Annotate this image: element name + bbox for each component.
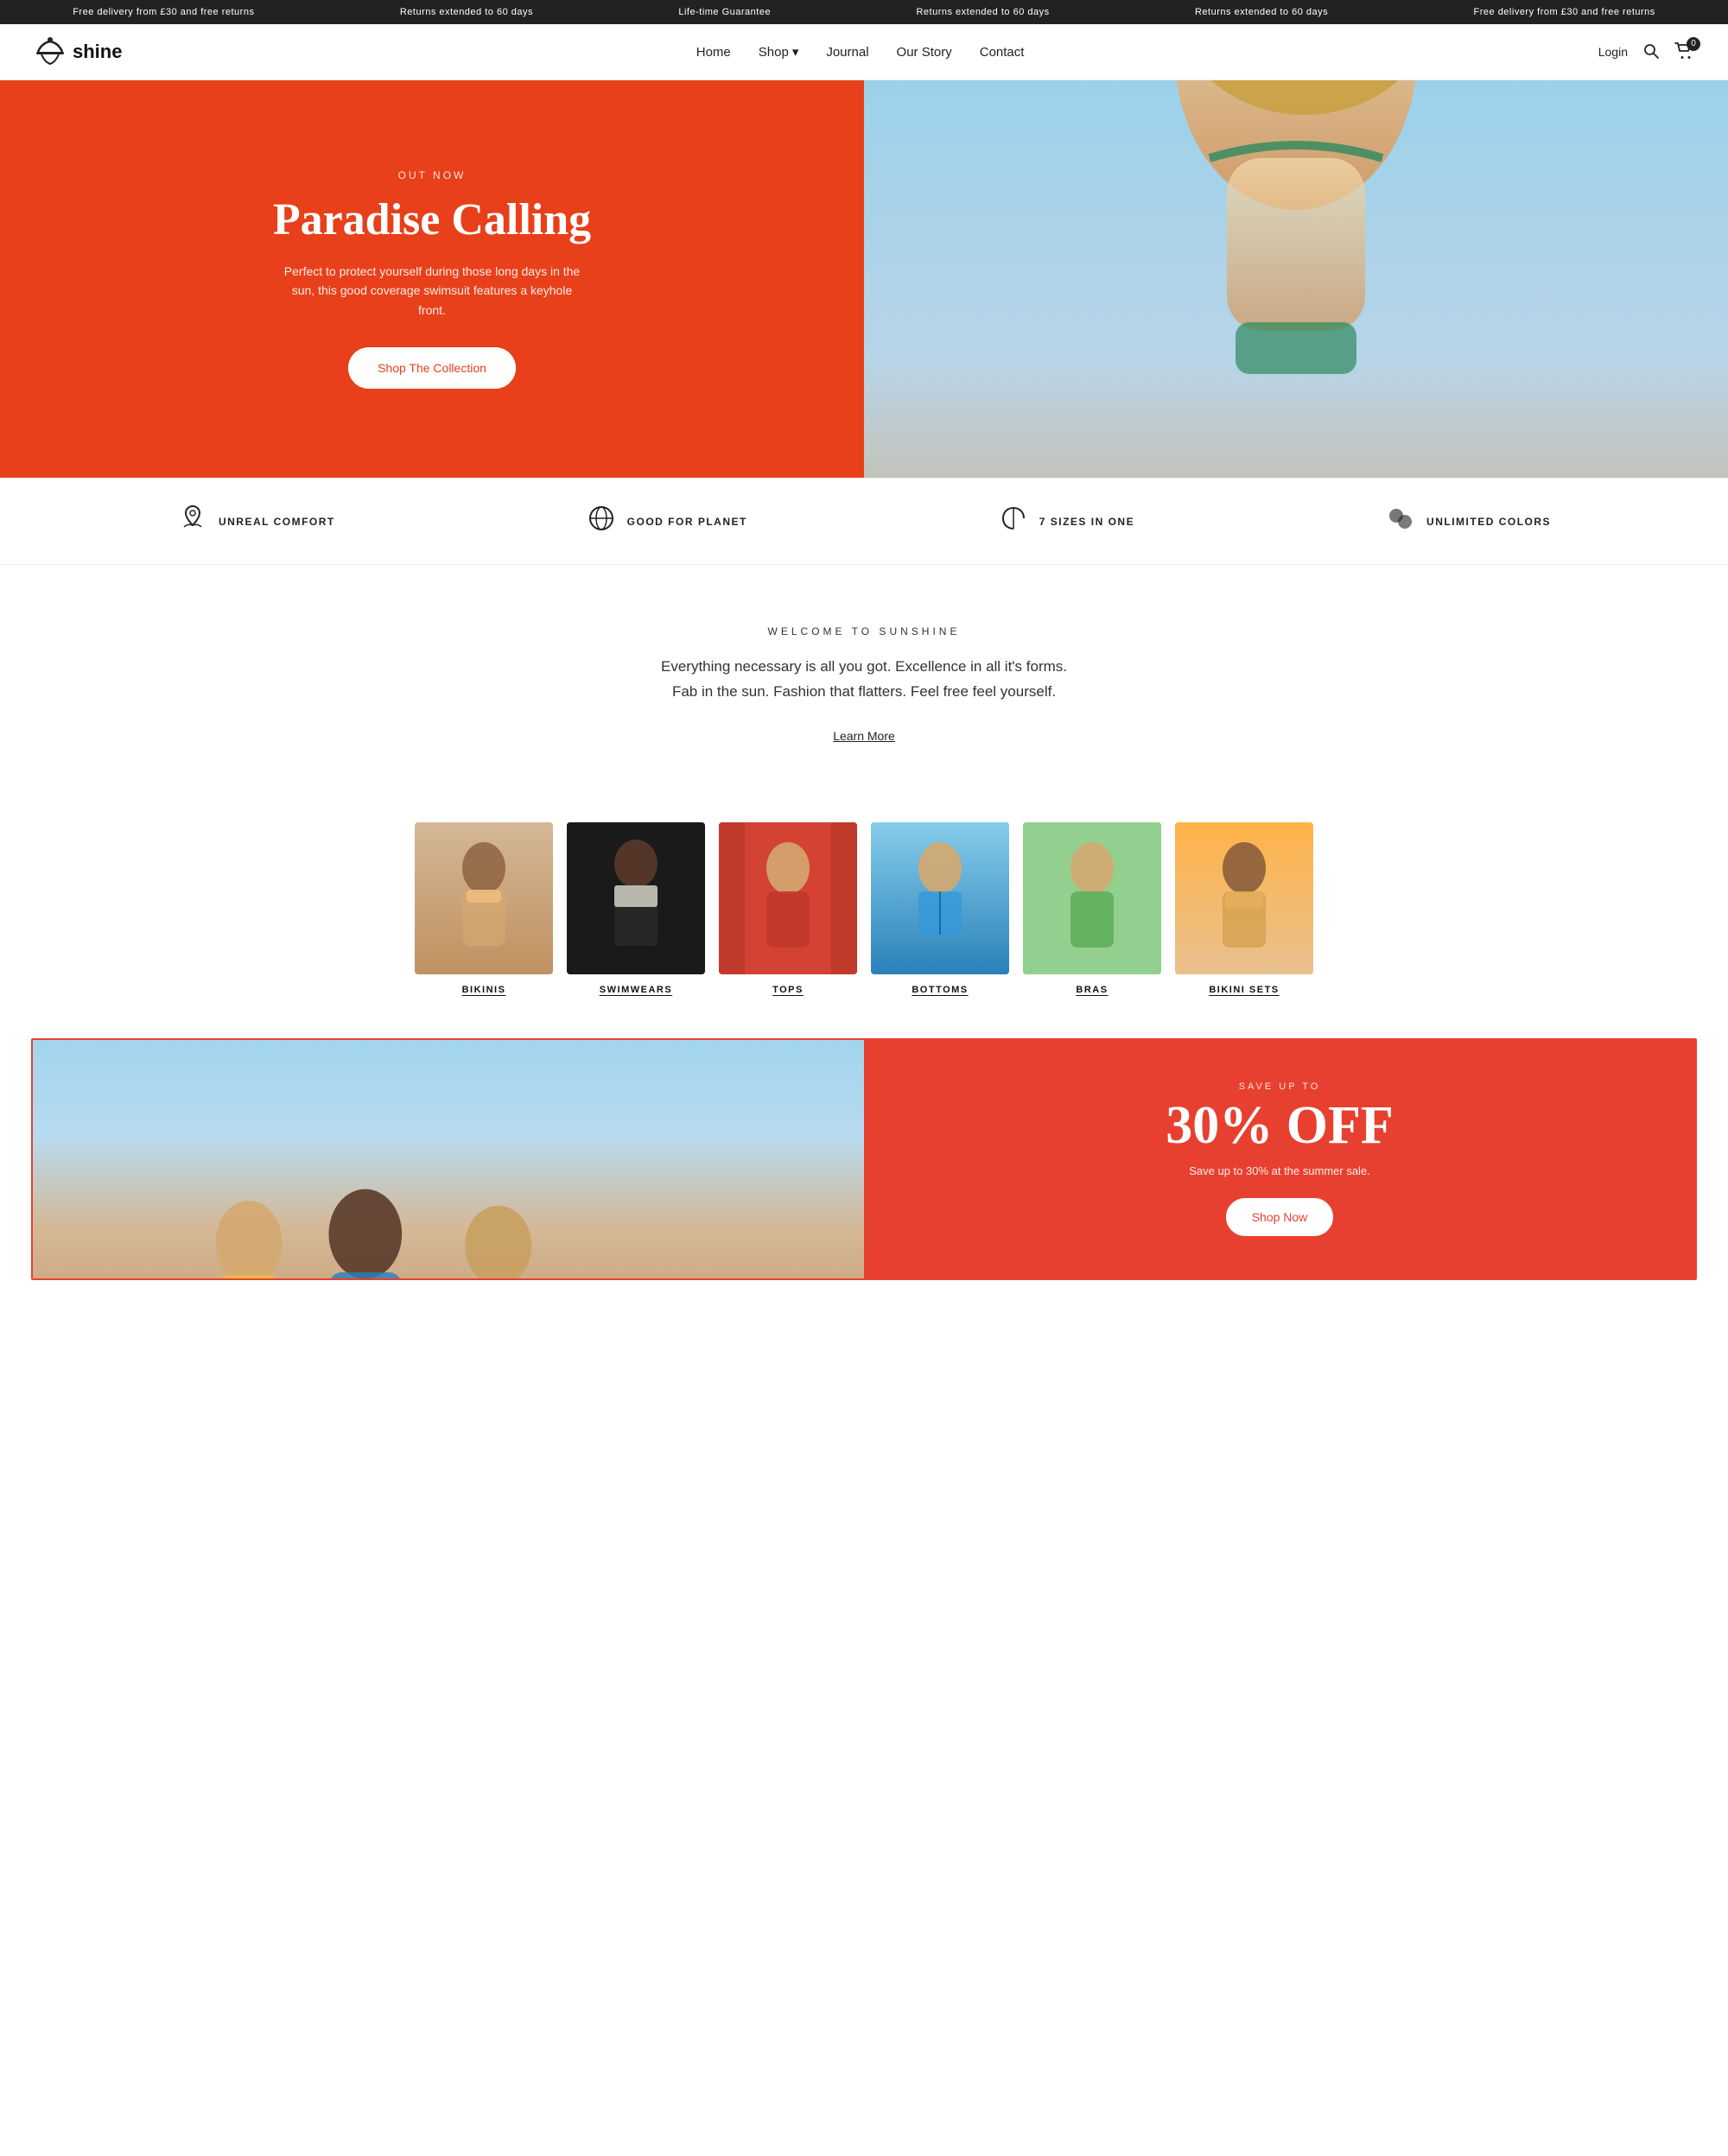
planet-icon bbox=[586, 503, 617, 540]
shop-now-button[interactable]: Shop Now bbox=[1226, 1198, 1334, 1236]
hero-image bbox=[864, 80, 1728, 478]
hero-model-image bbox=[864, 80, 1728, 478]
shop-collection-button[interactable]: Shop The Collection bbox=[348, 347, 516, 389]
hero-model-svg bbox=[864, 80, 1728, 478]
feature-planet: GOOD FOR PLANET bbox=[586, 503, 747, 540]
announcement-item-6: Free delivery from £30 and free returns bbox=[1465, 7, 1664, 17]
category-bikini-sets-label: BIKINI SETS bbox=[1209, 985, 1279, 995]
category-swimwears-label: SWIMWEARS bbox=[600, 985, 672, 995]
category-swimwears[interactable]: SWIMWEARS bbox=[567, 822, 705, 995]
category-bikini-sets[interactable]: BIKINI SETS bbox=[1175, 822, 1313, 995]
nav-home[interactable]: Home bbox=[696, 45, 731, 60]
announcement-item-5: Returns extended to 60 days bbox=[1186, 7, 1337, 17]
logo-text: shine bbox=[73, 41, 122, 63]
feature-sizes: 7 SIZES IN ONE bbox=[998, 503, 1134, 540]
category-grid: BIKINIS SWIMWEARS bbox=[0, 779, 1728, 1038]
category-bikinis-label: BIKINIS bbox=[462, 985, 506, 995]
cart-count: 0 bbox=[1687, 37, 1700, 51]
announcement-item-2: Returns extended to 60 days bbox=[391, 7, 542, 17]
hero-section: OUT NOW Paradise Calling Perfect to prot… bbox=[0, 80, 1728, 478]
promo-image bbox=[33, 1040, 864, 1278]
feature-colors-label: UNLIMITED COLORS bbox=[1426, 516, 1551, 528]
hero-description: Perfect to protect yourself during those… bbox=[276, 262, 588, 320]
category-bras-label: BRAS bbox=[1076, 985, 1108, 995]
hero-left: OUT NOW Paradise Calling Perfect to prot… bbox=[0, 80, 864, 478]
category-bikinis[interactable]: BIKINIS bbox=[415, 822, 553, 995]
feature-comfort: UNREAL COMFORT bbox=[177, 503, 335, 540]
feature-sizes-label: 7 SIZES IN ONE bbox=[1039, 516, 1134, 528]
welcome-section: WELCOME TO SUNSHINE Everything necessary… bbox=[0, 565, 1728, 779]
promo-banner: SAVE UP TO 30% OFF Save up to 30% at the… bbox=[31, 1038, 1697, 1280]
nav-contact[interactable]: Contact bbox=[980, 45, 1025, 60]
nav-journal[interactable]: Journal bbox=[826, 45, 868, 60]
welcome-body: Everything necessary is all you got. Exc… bbox=[596, 655, 1132, 705]
category-tops[interactable]: TOPS bbox=[719, 822, 857, 995]
feature-planet-label: GOOD FOR PLANET bbox=[627, 516, 747, 528]
promo-eyebrow: SAVE UP TO bbox=[1239, 1081, 1321, 1092]
announcement-bar: Free delivery from £30 and free returns … bbox=[0, 0, 1728, 24]
hero-title: Paradise Calling bbox=[273, 195, 591, 244]
category-bikini-sets-image bbox=[1175, 822, 1313, 974]
colors-icon bbox=[1385, 503, 1416, 540]
header: shine Home Shop ▾ Journal Our Story Cont… bbox=[0, 24, 1728, 80]
category-bikinis-image bbox=[415, 822, 553, 974]
welcome-eyebrow: WELCOME TO SUNSHINE bbox=[596, 625, 1132, 637]
hero-eyebrow: OUT NOW bbox=[398, 169, 467, 181]
learn-more-link[interactable]: Learn More bbox=[833, 729, 895, 743]
login-link[interactable]: Login bbox=[1598, 45, 1628, 59]
header-actions: Login 0 bbox=[1598, 42, 1693, 62]
category-bras-image bbox=[1023, 822, 1161, 974]
category-bottoms-image bbox=[871, 822, 1009, 974]
logo[interactable]: shine bbox=[35, 36, 122, 67]
nav-shop[interactable]: Shop ▾ bbox=[759, 44, 799, 60]
comfort-icon bbox=[177, 503, 208, 540]
announcement-item-1: Free delivery from £30 and free returns bbox=[64, 7, 263, 17]
sizes-icon bbox=[998, 503, 1029, 540]
nav-our-story[interactable]: Our Story bbox=[897, 45, 952, 60]
search-icon[interactable] bbox=[1643, 43, 1659, 61]
category-swimwears-image bbox=[567, 822, 705, 974]
announcement-item-3: Life-time Guarantee bbox=[670, 7, 779, 17]
category-tops-label: TOPS bbox=[772, 985, 804, 995]
features-strip: UNREAL COMFORT GOOD FOR PLANET 7 SIZES I… bbox=[0, 478, 1728, 565]
announcement-item-4: Returns extended to 60 days bbox=[907, 7, 1058, 17]
chevron-down-icon: ▾ bbox=[792, 44, 799, 60]
category-bras[interactable]: BRAS bbox=[1023, 822, 1161, 995]
category-tops-image bbox=[719, 822, 857, 974]
category-bottoms-label: BOTTOMS bbox=[912, 985, 968, 995]
promo-title: 30% OFF bbox=[1166, 1099, 1393, 1152]
feature-colors: UNLIMITED COLORS bbox=[1385, 503, 1551, 540]
category-bottoms[interactable]: BOTTOMS bbox=[871, 822, 1009, 995]
promo-subtitle: Save up to 30% at the summer sale. bbox=[1189, 1164, 1370, 1177]
feature-comfort-label: UNREAL COMFORT bbox=[219, 516, 335, 528]
logo-icon bbox=[35, 36, 66, 67]
promo-content: SAVE UP TO 30% OFF Save up to 30% at the… bbox=[864, 1040, 1695, 1278]
cart-icon[interactable]: 0 bbox=[1674, 42, 1693, 62]
main-nav: Home Shop ▾ Journal Our Story Contact bbox=[696, 44, 1025, 60]
